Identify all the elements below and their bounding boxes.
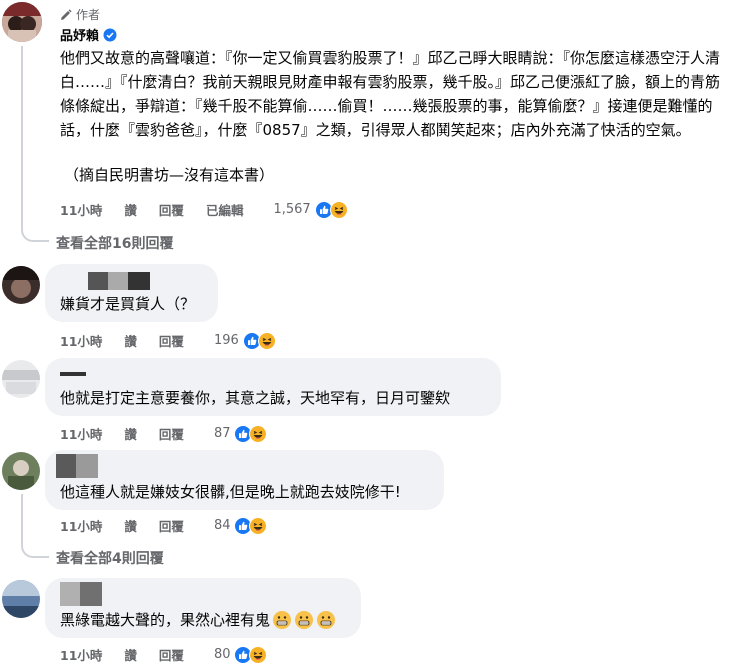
comment-text: 黑綠電越大聲的，果然心裡有鬼 [60, 608, 336, 632]
reaction-count[interactable]: 84 [214, 518, 231, 533]
comment-time[interactable]: 11小時 [60, 516, 102, 535]
reply-button[interactable]: 回覆 [159, 424, 184, 443]
pencil-icon [61, 8, 72, 20]
author-badge-label: 作者 [76, 8, 101, 22]
view-replies-link[interactable]: 查看全部4則回覆 [56, 548, 164, 568]
haha-reaction-icon [329, 200, 348, 219]
reactions[interactable] [234, 645, 268, 664]
comment-time[interactable]: 11小時 [60, 200, 102, 219]
comment-time[interactable]: 11小時 [60, 331, 102, 350]
reactions[interactable] [314, 200, 348, 219]
verified-icon [103, 28, 117, 41]
reply-button[interactable]: 回覆 [159, 516, 184, 535]
avatar[interactable] [2, 2, 42, 42]
reactions[interactable] [234, 424, 268, 443]
comment-actions: 11小時 讚 回覆 已編輯 1,567 [60, 200, 348, 219]
comment-text-content: 黑綠電越大聲的，果然心裡有鬼 [60, 611, 271, 629]
comment-time[interactable]: 11小時 [60, 424, 102, 443]
comment-time[interactable]: 11小時 [60, 645, 102, 664]
grimacing-emoji-icon [317, 611, 336, 629]
thread-connector [21, 538, 49, 558]
avatar[interactable] [2, 266, 40, 304]
like-button[interactable]: 讚 [124, 424, 137, 443]
reaction-count[interactable]: 196 [214, 333, 239, 348]
reaction-count[interactable]: 80 [214, 647, 231, 662]
avatar[interactable] [2, 360, 40, 398]
comment-actions: 11小時 讚 回覆 80 [60, 645, 268, 664]
reply-button[interactable]: 回覆 [159, 200, 184, 219]
like-button[interactable]: 讚 [124, 200, 137, 219]
grimacing-emoji-icon [295, 611, 314, 629]
like-button[interactable]: 讚 [124, 331, 137, 350]
reactions[interactable] [234, 516, 268, 535]
haha-reaction-icon [249, 516, 268, 535]
avatar[interactable] [2, 580, 40, 618]
redacted-name [88, 272, 150, 290]
thread-line [21, 46, 23, 226]
avatar[interactable] [2, 452, 40, 490]
comment-quote: （摘自民明書坊—沒有這本書） [64, 166, 275, 184]
redacted-name [60, 368, 86, 378]
comment-actions: 11小時 讚 回覆 84 [60, 516, 268, 535]
grimacing-emoji-icon [273, 611, 292, 629]
view-replies-link[interactable]: 查看全部16則回覆 [56, 233, 173, 253]
like-button[interactable]: 讚 [124, 645, 137, 664]
comment-text: 嫌貨才是買貨人（？ [60, 295, 196, 313]
redacted-name [56, 454, 98, 478]
like-button[interactable]: 讚 [124, 516, 137, 535]
haha-reaction-icon [249, 424, 268, 443]
reaction-count[interactable]: 1,567 [273, 202, 310, 217]
thread-line [21, 494, 23, 542]
edited-label[interactable]: 已編輯 [206, 200, 244, 219]
comment-author-name[interactable]: 品妤賴 [60, 25, 99, 44]
author-badge: 作者 [60, 6, 100, 23]
comment-text: 他們又故意的高聲嚷道：『你一定又偷買雲豹股票了！』邱乙己睜大眼睛說：『你怎麼這樣… [60, 49, 721, 139]
haha-reaction-icon [257, 331, 276, 350]
reaction-count[interactable]: 87 [214, 426, 231, 441]
comment-actions: 11小時 讚 回覆 196 [60, 331, 276, 350]
redacted-name [60, 582, 102, 606]
reactions[interactable] [242, 331, 276, 350]
comment-author[interactable]: 品妤賴 [60, 25, 117, 44]
reply-button[interactable]: 回覆 [159, 645, 184, 664]
comment-text: 他這種人就是嫌妓女很髒,但是晚上就跑去妓院修干! [60, 483, 401, 501]
comment-text: 他就是打定主意要養你，其意之誠，天地罕有，日月可鑒欸 [60, 389, 451, 407]
haha-reaction-icon [249, 645, 268, 664]
reply-button[interactable]: 回覆 [159, 331, 184, 350]
thread-connector [21, 222, 49, 242]
comment-actions: 11小時 讚 回覆 87 [60, 424, 268, 443]
